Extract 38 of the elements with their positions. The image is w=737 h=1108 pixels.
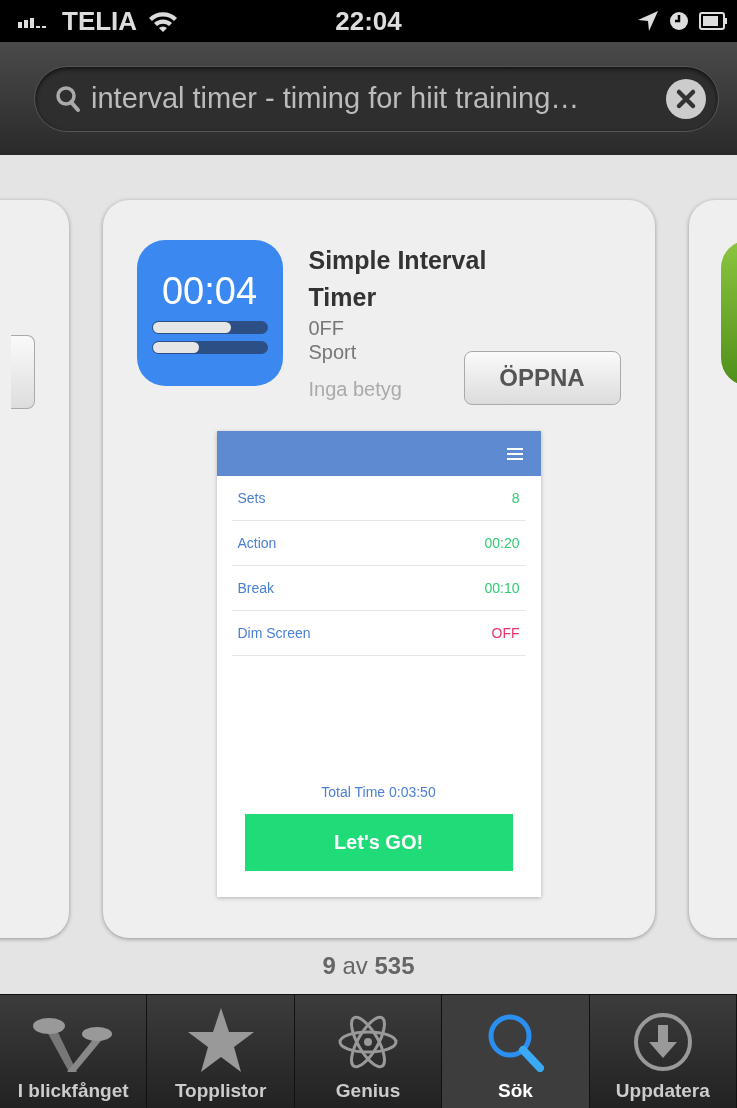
clock-icon bbox=[669, 11, 689, 31]
tab[interactable]: Uppdatera bbox=[589, 995, 737, 1108]
setting-value: 00:20 bbox=[484, 535, 520, 551]
total-time: Total Time 0:03:50 bbox=[321, 784, 436, 800]
rating-text: Inga betyg bbox=[308, 378, 402, 401]
setting-value: 8 bbox=[511, 490, 520, 506]
app-category: Sport bbox=[308, 340, 358, 364]
app-icon: 00:04 bbox=[136, 240, 283, 386]
search-icon bbox=[486, 1012, 545, 1072]
tab[interactable]: Genius bbox=[294, 995, 443, 1108]
go-button: Let's GO! bbox=[244, 814, 513, 871]
star-icon bbox=[187, 1008, 254, 1072]
setting-label: Action bbox=[237, 535, 277, 551]
carrier-name: TELIA bbox=[62, 5, 138, 37]
page-counter: 9 av 535 bbox=[322, 952, 415, 980]
app-title: Simple Interval Timer bbox=[308, 245, 488, 313]
search-field[interactable]: interval timer - timing for hiit training… bbox=[34, 65, 719, 132]
app-card[interactable]: 00:04 Simple Interval Timer 0FF Sport Inga betyg ÖPPNA Sets 8 Action 00:20 Break 00:10 Dim Screen OFF Total Time 0:03:50 Let's GO! bbox=[102, 200, 655, 938]
setting-value: 00:10 bbox=[484, 580, 520, 596]
setting-label: Sets bbox=[237, 490, 266, 506]
setting-value: OFF bbox=[491, 625, 520, 641]
spotlights-icon bbox=[33, 1016, 114, 1072]
location-arrow-icon bbox=[637, 10, 659, 32]
clear-icon[interactable] bbox=[666, 78, 706, 119]
setting-label: Dim Screen bbox=[237, 625, 311, 641]
download-icon bbox=[632, 1012, 693, 1072]
tab[interactable]: I blickfånget bbox=[0, 995, 148, 1108]
menu-icon bbox=[506, 447, 523, 460]
search-icon bbox=[55, 84, 81, 113]
wifi-icon bbox=[147, 10, 180, 32]
open-button[interactable] bbox=[10, 335, 35, 409]
app-price: 0FF bbox=[308, 316, 346, 340]
open-button[interactable]: ÖPPNA bbox=[463, 351, 621, 405]
setting-label: Break bbox=[237, 580, 275, 596]
clock-time: 22:04 bbox=[335, 5, 402, 37]
tab[interactable]: Topplistor bbox=[147, 995, 295, 1108]
tab[interactable]: Sök bbox=[442, 995, 590, 1108]
battery-icon bbox=[699, 12, 727, 30]
